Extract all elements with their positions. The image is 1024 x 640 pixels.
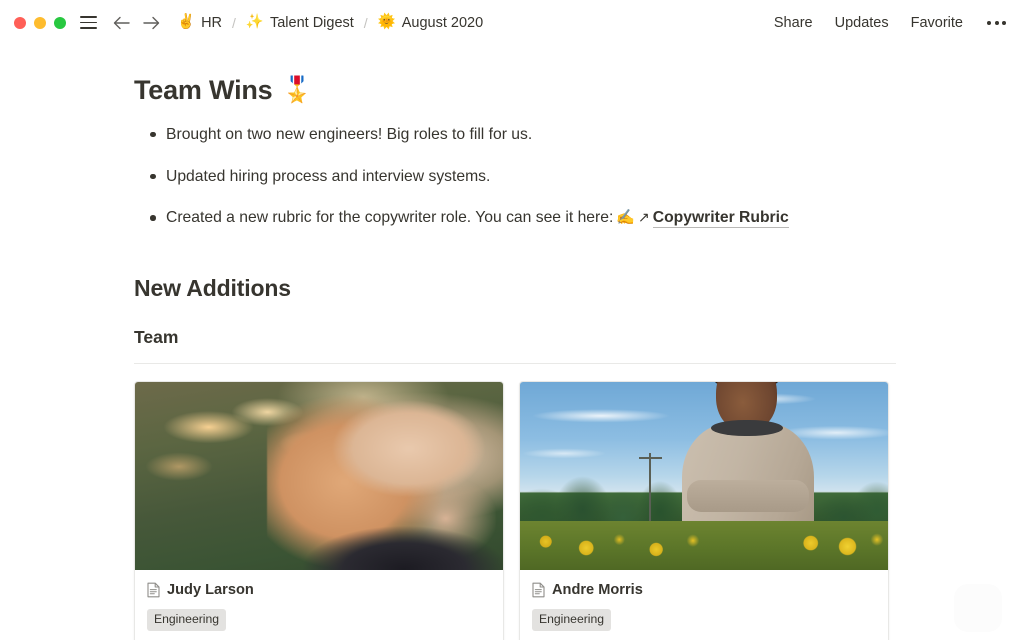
card-tag-row: Engineering	[532, 608, 876, 631]
gallery-card-andre-morris[interactable]: Andre Morris Engineering Aug 10, 2020	[519, 380, 889, 640]
hamburger-line	[80, 27, 97, 29]
breadcrumb-item-talent-digest[interactable]: ✨ Talent Digest	[243, 13, 357, 33]
list-item-text: Updated hiring process and interview sys…	[166, 167, 491, 185]
breadcrumb-label: Talent Digest	[269, 14, 354, 31]
card-title-row: Andre Morris	[532, 581, 876, 600]
status-badge: Engineering	[532, 608, 612, 631]
breadcrumb: ✌️ HR / ✨ Talent Digest / 🌞 August 2020	[174, 13, 486, 33]
card-title-text: Judy Larson	[167, 581, 254, 598]
page-icon	[147, 583, 160, 598]
card-cover-image	[135, 381, 503, 570]
list-item-text: Brought on two new engineers! Big roles …	[166, 125, 533, 143]
window-titlebar: ✌️ HR / ✨ Talent Digest / 🌞 August 2020 …	[0, 0, 1024, 45]
more-options-icon[interactable]	[985, 20, 1008, 25]
breadcrumb-separator: /	[232, 14, 236, 31]
hamburger-line	[80, 16, 97, 18]
team-wins-heading-text: Team Wins	[134, 75, 273, 105]
ellipsis-dot	[1002, 20, 1006, 25]
military-medal-icon: 🎖️	[281, 76, 313, 105]
back-button[interactable]	[113, 16, 130, 30]
writing-hand-icon: ✍️	[616, 209, 636, 227]
sidebar-toggle-icon[interactable]	[80, 16, 97, 29]
sparkles-icon: ✨	[245, 14, 264, 31]
help-button[interactable]	[954, 584, 1002, 632]
arrow-right-icon	[143, 16, 160, 29]
arrow-left-icon	[113, 16, 130, 29]
page-content: Team Wins 🎖️ Brought on two new engineer…	[134, 45, 896, 640]
forward-button[interactable]	[143, 16, 160, 30]
victory-hand-icon: ✌️	[177, 14, 196, 31]
breadcrumb-item-hr[interactable]: ✌️ HR	[174, 13, 225, 33]
card-body: Andre Morris Engineering Aug 10, 2020	[520, 570, 888, 640]
breadcrumb-separator: /	[363, 14, 368, 31]
close-window-button[interactable]	[14, 16, 26, 29]
status-badge: Engineering	[147, 608, 227, 631]
breadcrumb-item-august-2020[interactable]: 🌞 August 2020	[375, 13, 487, 33]
card-title-row: Judy Larson	[147, 581, 491, 600]
team-gallery: Judy Larson Engineering Aug 3, 2020	[134, 380, 896, 640]
window-controls	[14, 16, 66, 29]
maximize-window-button[interactable]	[54, 16, 66, 29]
topbar-actions: Share Updates Favorite	[774, 15, 1008, 31]
card-tag-row: Engineering	[147, 608, 491, 631]
card-cover-image	[520, 381, 888, 570]
copywriter-rubric-link[interactable]: Copywriter Rubric	[652, 209, 789, 229]
ellipsis-dot	[987, 20, 991, 25]
external-link-arrow-icon: ↗	[638, 209, 650, 226]
gallery-card-judy-larson[interactable]: Judy Larson Engineering Aug 3, 2020	[134, 380, 504, 640]
list-item[interactable]: Created a new rubric for the copywriter …	[134, 202, 896, 234]
favorite-button[interactable]: Favorite	[911, 15, 963, 31]
list-item[interactable]: Brought on two new engineers! Big roles …	[134, 119, 896, 151]
cover-sunflowers	[520, 521, 888, 570]
team-subheading: Team	[134, 327, 179, 348]
new-additions-heading: New Additions	[134, 275, 291, 302]
navigation-arrows	[113, 16, 160, 30]
sun-with-face-icon: 🌞	[377, 14, 396, 31]
cover-person-collar	[711, 419, 783, 437]
card-title-text: Andre Morris	[552, 581, 643, 598]
ellipsis-dot	[994, 20, 999, 25]
card-body: Judy Larson Engineering Aug 3, 2020	[135, 570, 503, 640]
list-item-text: Created a new rubric for the copywriter …	[166, 209, 614, 227]
team-wins-heading: Team Wins 🎖️	[134, 45, 896, 108]
share-button[interactable]: Share	[774, 15, 813, 31]
updates-button[interactable]: Updates	[835, 15, 889, 31]
breadcrumb-label: August 2020	[401, 14, 484, 31]
cover-person-arms	[687, 479, 810, 512]
page-icon	[532, 583, 545, 598]
section-divider	[134, 362, 896, 364]
minimize-window-button[interactable]	[34, 16, 46, 29]
breadcrumb-label: HR	[201, 14, 223, 31]
team-wins-list: Brought on two new engineers! Big roles …	[134, 119, 896, 235]
hamburger-line	[80, 21, 97, 24]
list-item[interactable]: Updated hiring process and interview sys…	[134, 161, 896, 193]
page-body: Team Wins 🎖️ Brought on two new engineer…	[0, 45, 1024, 640]
